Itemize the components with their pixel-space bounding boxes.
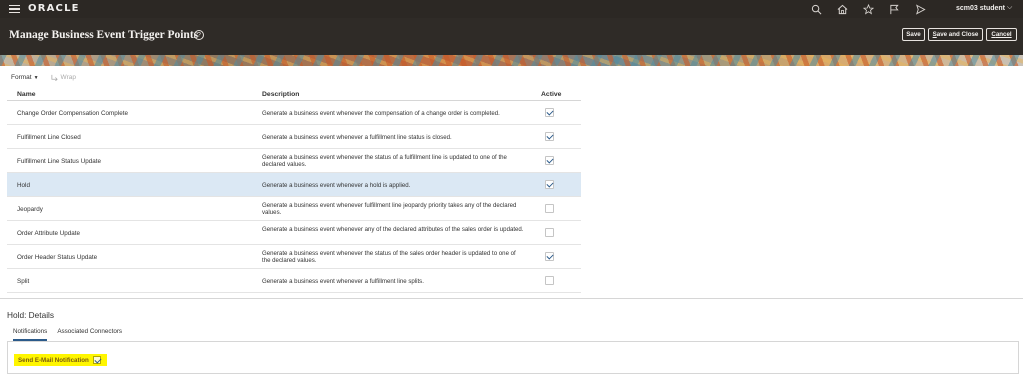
- global-header: ORACLE scm03 student ⌵: [0, 0, 1023, 18]
- format-label: Format: [11, 74, 32, 81]
- row-name: Jeopardy: [17, 206, 43, 213]
- active-checkbox[interactable]: [545, 156, 554, 165]
- notifications-panel: [7, 342, 1019, 374]
- table-body: Change Order Compensation Complete Genera…: [7, 101, 581, 293]
- active-checkbox[interactable]: [545, 204, 554, 213]
- row-description: Generate a business event whenever the s…: [262, 250, 516, 264]
- row-name: Fulfillment Line Closed: [17, 134, 81, 141]
- table-row[interactable]: Hold Generate a business event whenever a…: [7, 173, 581, 197]
- details-title: Hold: Details: [7, 310, 55, 320]
- table-row[interactable]: Order Header Status Update Generate a bus…: [7, 245, 581, 269]
- row-description: Generate a business event whenever the s…: [262, 154, 507, 168]
- active-checkbox[interactable]: [545, 228, 554, 237]
- table-row[interactable]: Split Generate a business event whenever …: [7, 269, 581, 293]
- table-row[interactable]: Fulfillment Line Status Update Generate a…: [7, 149, 581, 173]
- active-checkbox[interactable]: [545, 252, 554, 261]
- tab-associated-connectors[interactable]: Associated Connectors: [57, 328, 122, 341]
- cancel-label: ancel: [995, 31, 1012, 38]
- row-name: Order Attribute Update: [17, 230, 81, 237]
- oracle-logo: ORACLE: [28, 3, 80, 14]
- home-icon[interactable]: [829, 2, 855, 16]
- active-checkbox[interactable]: [545, 276, 554, 285]
- details-tabs: Notifications Associated Connectors: [13, 328, 122, 341]
- row-description: Generate a business event whenever any o…: [262, 226, 524, 233]
- active-checkbox[interactable]: [545, 180, 554, 189]
- decorative-banner: [0, 55, 1023, 66]
- save-button[interactable]: Save: [902, 28, 925, 41]
- row-name: Change Order Compensation Complete: [17, 110, 128, 117]
- chevron-down-icon: ⌵: [1007, 4, 1013, 11]
- wrap-label: Wrap: [60, 74, 76, 81]
- email-notification-highlight: Send E-Mail Notification: [14, 354, 107, 366]
- global-icons: [803, 2, 933, 16]
- save-and-close-label: ave and Close: [936, 31, 979, 38]
- table-bottom-divider: [0, 298, 1023, 299]
- wrap-button[interactable]: Wrap: [51, 74, 76, 81]
- row-description: Generate a business event whenever fulfi…: [262, 202, 517, 216]
- row-name: Fulfillment Line Status Update: [17, 158, 102, 165]
- wrap-icon: [51, 74, 58, 81]
- row-description: Generate a business event whenever the c…: [262, 110, 500, 117]
- user-menu[interactable]: scm03 student ⌵: [956, 4, 1012, 12]
- table-toolbar: Format ▼ Wrap: [11, 74, 76, 81]
- cancel-button[interactable]: Cancel: [986, 28, 1017, 41]
- column-header-description[interactable]: Description: [262, 91, 299, 98]
- column-header-active[interactable]: Active: [541, 91, 561, 98]
- column-header-name[interactable]: Name: [17, 91, 36, 98]
- watchlist-flag-icon[interactable]: [881, 2, 907, 16]
- table-row[interactable]: Order Attribute Update Generate a busines…: [7, 221, 581, 245]
- table-header: Name Description Active: [7, 88, 581, 101]
- trigger-points-table: Name Description Active Change Order Com…: [7, 88, 581, 293]
- notifications-icon[interactable]: [907, 2, 933, 16]
- table-row[interactable]: Fulfillment Line Closed Generate a busine…: [7, 125, 581, 149]
- active-checkbox[interactable]: [545, 108, 554, 117]
- page-header: Manage Business Event Trigger Points ?: [0, 18, 1023, 55]
- table-row[interactable]: Jeopardy Generate a business event whenev…: [7, 197, 581, 221]
- row-description: Generate a business event whenever a ful…: [262, 278, 424, 285]
- row-name: Split: [17, 278, 30, 285]
- favorites-star-icon[interactable]: [855, 2, 881, 16]
- row-name: Hold: [17, 182, 30, 189]
- page-title: Manage Business Event Trigger Points: [9, 29, 199, 41]
- user-name: scm03 student: [956, 4, 1006, 12]
- row-description: Generate a business event whenever a hol…: [262, 182, 411, 189]
- row-name: Order Header Status Update: [17, 254, 98, 261]
- help-icon[interactable]: ?: [194, 30, 204, 40]
- caret-down-icon: ▼: [33, 75, 39, 81]
- tab-notifications[interactable]: Notifications: [13, 328, 48, 341]
- search-icon[interactable]: [803, 2, 829, 16]
- table-row[interactable]: Change Order Compensation Complete Genera…: [7, 101, 581, 125]
- send-email-notification-checkbox[interactable]: [92, 356, 101, 364]
- format-menu[interactable]: Format ▼: [11, 74, 39, 81]
- active-checkbox[interactable]: [545, 132, 554, 141]
- row-description: Generate a business event whenever a ful…: [262, 134, 452, 141]
- navigator-menu-icon[interactable]: [9, 5, 20, 14]
- send-email-notification-label: Send E-Mail Notification: [18, 356, 89, 364]
- save-and-close-button[interactable]: Save and Close: [928, 28, 983, 41]
